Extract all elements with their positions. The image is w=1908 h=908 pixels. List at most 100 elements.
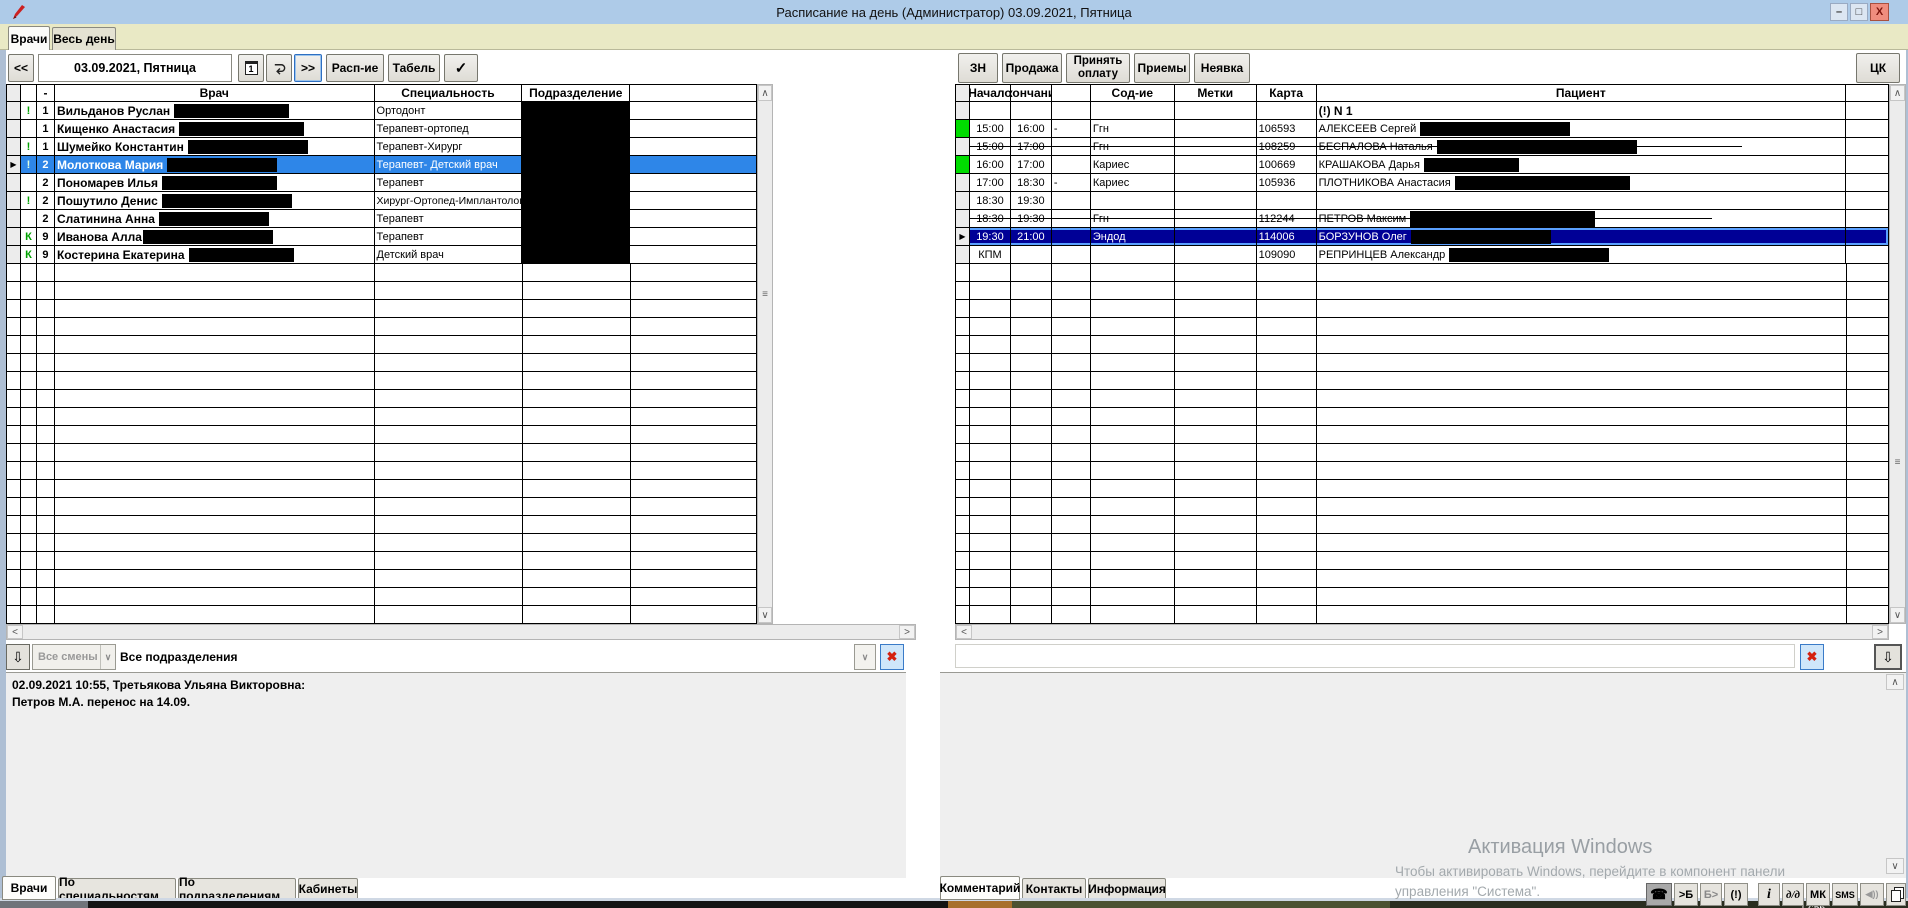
receptions-button[interactable]: Приемы — [1134, 53, 1190, 83]
scroll-grip-icon[interactable]: ≡ — [758, 289, 772, 300]
scroll-down-icon[interactable]: ∨ — [1890, 607, 1905, 623]
appointment-row[interactable]: 18:30 19:30 — [956, 192, 1888, 210]
chevron-down-icon[interactable]: ∨ — [100, 645, 115, 669]
scroll-grip-icon[interactable]: ≡ — [1890, 457, 1905, 468]
zn-button[interactable]: ЗН — [958, 53, 998, 83]
header-patient[interactable]: Пациент — [1317, 85, 1846, 101]
tab-doctors[interactable]: Врачи — [8, 26, 50, 50]
doctors-vscrollbar[interactable]: ∧ ≡ ∨ — [757, 84, 773, 624]
patient-name: АЛЕКСЕЕВ Сергей — [1317, 120, 1846, 137]
minimize-button[interactable]: – — [1830, 3, 1848, 21]
end-time: 16:00 — [1011, 120, 1052, 137]
phone-button[interactable]: ☎ — [1646, 883, 1672, 906]
tab-doctors-bottom[interactable]: Врачи — [2, 876, 56, 900]
scroll-left-icon[interactable]: < — [7, 625, 23, 639]
header-card[interactable]: Карта — [1257, 85, 1317, 101]
tab-information[interactable]: Информация — [1088, 878, 1166, 900]
mk-button[interactable]: МК — [1806, 883, 1830, 906]
appointments-vscrollbar[interactable]: ∧ ≡ ∨ — [1889, 84, 1906, 624]
appointment-row[interactable]: КПМ 109090 РЕПРИНЦЕВ Александр — [956, 246, 1888, 264]
departments-dropdown-button[interactable]: ∨ — [854, 644, 876, 670]
header-end[interactable]: кончани — [1011, 85, 1052, 101]
header-specialty[interactable]: Специальность — [375, 85, 523, 101]
scroll-right-icon[interactable]: > — [899, 625, 915, 639]
ck-button[interactable]: ЦК — [1856, 53, 1900, 83]
doctor-row[interactable]: К 9 Иванова Алла Терапевт — [7, 228, 756, 246]
appointment-row-cancelled[interactable]: 15:00 17:00 Ггн 108259 БЕСПАЛОВА Наталья — [956, 138, 1888, 156]
tab-comment[interactable]: Комментарий — [940, 876, 1020, 900]
tab-whole-day[interactable]: Весь день — [52, 27, 116, 50]
appointment-row-cancelled[interactable]: 18:30 19:30 Ггн 112244 ПЕТРОВ Максим — [956, 210, 1888, 228]
appointment-row[interactable]: (!) N 1 — [956, 102, 1888, 120]
tab-contacts[interactable]: Контакты — [1022, 878, 1086, 900]
info-button[interactable]: i — [1758, 883, 1780, 906]
doctor-row[interactable]: ! 2 Пошутило Денис Хирург-Ортопед-Имплан… — [7, 192, 756, 210]
close-button[interactable]: X — [1870, 3, 1889, 21]
doctors-table: - Врач Специальность Подразделение ! 1 В… — [6, 84, 757, 624]
scroll-up-icon[interactable]: ∧ — [758, 85, 772, 101]
departments-combobox[interactable]: Все подразделения — [120, 646, 850, 668]
redaction-box — [174, 104, 289, 118]
reschedule-button[interactable] — [266, 54, 292, 82]
scroll-down-icon[interactable]: ∨ — [1886, 858, 1904, 874]
visit-content: Кариес — [1091, 156, 1175, 173]
doctors-hscrollbar[interactable]: < > — [6, 624, 916, 640]
alert-button[interactable]: (!) — [1724, 883, 1748, 906]
doctor-row[interactable]: К 9 Костерина Екатерина Детский врач — [7, 246, 756, 264]
start-time: 17:00 — [970, 174, 1011, 191]
accept-payment-button[interactable]: Принять оплату — [1066, 53, 1130, 83]
header-department[interactable]: Подразделение — [522, 85, 630, 101]
header-shift[interactable]: - — [37, 85, 55, 101]
scroll-up-icon[interactable]: ∧ — [1890, 85, 1905, 101]
header-content[interactable]: Сод-ие — [1091, 85, 1175, 101]
doctor-row[interactable]: 2 Пономарев Илья Терапевт — [7, 174, 756, 192]
dd-button[interactable]: д/д — [1782, 883, 1804, 906]
sale-button[interactable]: Продажа — [1002, 53, 1062, 83]
scroll-left-icon[interactable]: < — [956, 625, 972, 639]
scroll-down-icon[interactable]: ∨ — [758, 607, 772, 623]
pin-panel-button[interactable]: ⇩ — [1874, 644, 1902, 670]
appointment-row-selected[interactable]: ▶ 19:30 21:00 Эндод 114006 БОРЗУНОВ Олег — [956, 228, 1888, 246]
calendar-button[interactable]: 1 — [238, 54, 264, 82]
to-blank-button[interactable]: >Б — [1674, 883, 1698, 906]
no-show-button[interactable]: Неявка — [1194, 53, 1250, 83]
reschedule-icon — [272, 61, 287, 76]
tab-by-specialty[interactable]: По специальностям — [58, 878, 176, 900]
sms-button[interactable]: SMS — [1832, 883, 1858, 906]
clear-filter-button[interactable]: ✖ — [1800, 644, 1824, 670]
tab-by-department[interactable]: По подразделениям — [178, 878, 296, 900]
next-day-button[interactable]: >> — [294, 54, 322, 82]
header-start[interactable]: Начало — [970, 85, 1011, 101]
doctor-row-selected[interactable]: ▶ ! 2 Молоткова Мария Терапевт- Детский … — [7, 156, 756, 174]
clear-filter-button[interactable]: ✖ — [880, 644, 904, 670]
patient-filter-field[interactable] — [955, 644, 1795, 668]
appointments-hscrollbar[interactable]: < > — [955, 624, 1889, 640]
date-field[interactable]: 03.09.2021, Пятница — [38, 54, 232, 82]
speaker-icon: ◀)) — [1866, 889, 1879, 900]
confirm-button[interactable]: ✓ — [444, 54, 478, 82]
doctor-row[interactable]: ! 1 Вильданов Руслан Ортодонт — [7, 102, 756, 120]
pin-panel-button[interactable]: ⇩ — [6, 644, 30, 670]
from-blank-button[interactable]: Б> — [1700, 883, 1722, 906]
scroll-up-icon[interactable]: ∧ — [1886, 674, 1904, 690]
header-marks[interactable]: Метки — [1175, 85, 1257, 101]
doctor-row[interactable]: 2 Слатинина Анна Терапевт — [7, 210, 756, 228]
sound-button[interactable]: ◀)) — [1860, 883, 1884, 906]
scroll-right-icon[interactable]: > — [1872, 625, 1888, 639]
appointment-row[interactable]: 16:00 17:00 Кариес 100669 КРАШАКОВА Дарь… — [956, 156, 1888, 174]
start-time: КПМ — [970, 246, 1011, 263]
restore-button[interactable]: □ — [1850, 3, 1868, 21]
appointment-row[interactable]: 15:00 16:00 - Ггн 106593 АЛЕКСЕЕВ Сергей — [956, 120, 1888, 138]
schedule-comment-area[interactable]: 02.09.2021 10:55, Третьякова Ульяна Викт… — [6, 672, 906, 878]
prev-day-button[interactable]: << — [8, 54, 34, 82]
header-doctor[interactable]: Врач — [55, 85, 375, 101]
tab-cabinets[interactable]: Кабинеты — [298, 878, 358, 900]
schedule-button[interactable]: Расп-ие — [326, 54, 384, 82]
appointment-row[interactable]: 17:00 18:30 - Кариес 105936 ПЛОТНИКОВА А… — [956, 174, 1888, 192]
doctor-row[interactable]: ! 1 Шумейко Константин Терапевт-Хирург — [7, 138, 756, 156]
patient-comment-area[interactable] — [940, 672, 1906, 878]
timesheet-button[interactable]: Табель — [388, 54, 440, 82]
shifts-combobox[interactable]: Все смены ∨ — [32, 644, 116, 670]
doctor-row[interactable]: 1 Кищенко Анастасия Терапевт-ортопед — [7, 120, 756, 138]
copy-button[interactable] — [1886, 883, 1906, 906]
